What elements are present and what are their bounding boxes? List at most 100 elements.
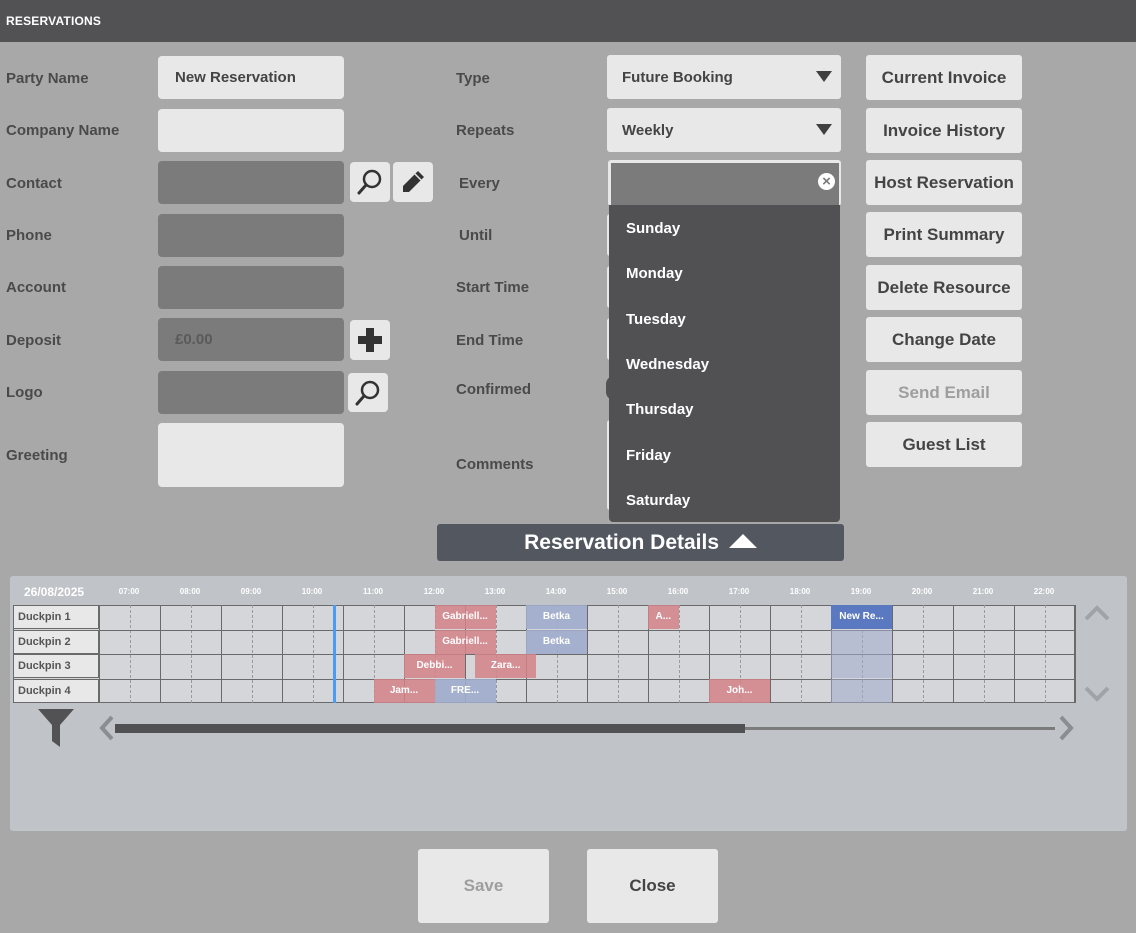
confirmed-label: Confirmed (456, 381, 531, 398)
phone-label: Phone (6, 227, 52, 244)
print-summary-button[interactable]: Print Summary (866, 212, 1022, 257)
start-time-label: Start Time (456, 279, 530, 296)
current-invoice-button[interactable]: Current Invoice (866, 55, 1022, 100)
dropdown-option-tuesday[interactable]: Tuesday (626, 311, 686, 328)
timeline-lane-label: Duckpin 4 (13, 678, 99, 703)
timeline-booking[interactable]: Zara... (475, 654, 537, 678)
scroll-right-icon[interactable] (1056, 714, 1076, 742)
timeline-row-line (13, 654, 1075, 655)
change-date-button[interactable]: Change Date (866, 317, 1022, 362)
type-select[interactable]: Future Booking (607, 55, 841, 99)
account-input[interactable] (158, 266, 344, 309)
chevron-down-icon (816, 71, 832, 82)
dropdown-option-thursday[interactable]: Thursday (626, 401, 694, 418)
invoice-history-button[interactable]: Invoice History (866, 108, 1022, 153)
timeline-selection-ghost (831, 654, 892, 678)
phone-input[interactable] (158, 214, 344, 257)
timeline-hour-label: 21:00 (972, 587, 994, 596)
logo-input[interactable] (158, 371, 344, 414)
timeline-booking[interactable]: Betka (526, 605, 587, 629)
contact-input[interactable] (158, 161, 344, 204)
repeats-select-value: Weekly (622, 122, 674, 139)
deposit-input[interactable]: £0.00 (158, 318, 344, 361)
contact-label: Contact (6, 175, 62, 192)
timeline-hour-label: 14:00 (545, 587, 567, 596)
type-select-value: Future Booking (622, 69, 733, 86)
save-button[interactable]: Save (418, 849, 549, 923)
timeline-booking[interactable]: Gabriell... (434, 629, 496, 654)
timeline-booking[interactable]: Jam... (373, 678, 435, 703)
dropdown-option-sunday[interactable]: Sunday (626, 220, 680, 237)
every-label: Every (459, 175, 500, 192)
timeline-hour-label: 18:00 (789, 587, 811, 596)
delete-resource-button[interactable]: Delete Resource (866, 265, 1022, 310)
contact-search-button[interactable] (350, 162, 390, 202)
timeline-hour-label: 17:00 (728, 587, 750, 596)
filter-icon[interactable] (38, 709, 74, 749)
timeline-booking[interactable]: Gabriell... (434, 605, 496, 629)
timeline-hour-label: 11:00 (362, 587, 384, 596)
send-email-button[interactable]: Send Email (866, 370, 1022, 415)
timeline-hour-label: 20:00 (911, 587, 933, 596)
timeline-booking[interactable]: A... (648, 605, 679, 629)
search-icon (357, 169, 382, 195)
company-name-label: Company Name (6, 122, 120, 139)
timeline-booking[interactable]: FRE... (434, 678, 496, 703)
every-select[interactable]: × (608, 160, 841, 206)
every-dropdown-list: Sunday Monday Tuesday Wednesday Thursday… (609, 205, 840, 522)
contact-edit-button[interactable] (393, 162, 433, 202)
window-title: RESERVATIONS (0, 0, 1136, 42)
type-label: Type (456, 70, 490, 87)
timeline-hour-label: 09:00 (240, 587, 262, 596)
pencil-icon (403, 171, 424, 192)
dropdown-option-saturday[interactable]: Saturday (626, 492, 690, 509)
reservation-details-toggle[interactable]: Reservation Details (437, 524, 844, 561)
every-select-value (611, 163, 839, 205)
until-label: Until (459, 227, 493, 244)
timeline-hour-label: 07:00 (118, 587, 140, 596)
greeting-input[interactable] (158, 423, 344, 487)
scroll-up-icon[interactable] (1082, 603, 1112, 623)
repeats-select[interactable]: Weekly (607, 108, 841, 152)
current-time-indicator (333, 605, 336, 703)
reservation-details-label: Reservation Details (524, 531, 720, 554)
dropdown-option-friday[interactable]: Friday (626, 447, 671, 464)
timeline-scroll-thumb[interactable] (115, 724, 745, 733)
collapse-up-icon (728, 534, 757, 549)
timeline-booking[interactable]: Betka (526, 629, 587, 654)
guest-list-button[interactable]: Guest List (866, 422, 1022, 467)
timeline-booking[interactable]: New Re... (831, 605, 892, 629)
close-button[interactable]: Close (587, 849, 718, 923)
timeline-row-line (13, 678, 1075, 680)
timeline-hour-label: 22:00 (1033, 587, 1055, 596)
timeline-booking[interactable]: Joh... (709, 678, 770, 703)
timeline-booking[interactable]: Debbi... (404, 654, 465, 678)
timeline-hour-label: 08:00 (179, 587, 201, 596)
timeline-hour-label: 12:00 (423, 587, 445, 596)
timeline-hour-label: 13:00 (484, 587, 506, 596)
dropdown-option-wednesday[interactable]: Wednesday (626, 356, 709, 373)
dropdown-option-monday[interactable]: Monday (626, 265, 683, 282)
logo-search-button[interactable] (348, 373, 388, 412)
timeline-hour-label: 10:00 (301, 587, 323, 596)
timeline-hour-line (1075, 605, 1076, 703)
timeline-lane-label: Duckpin 3 (13, 654, 99, 678)
timeline-date: 26/08/2025 (24, 585, 85, 599)
plus-icon (358, 328, 382, 352)
host-reservation-button[interactable]: Host Reservation (866, 160, 1022, 205)
scroll-left-icon[interactable] (97, 714, 117, 742)
scroll-down-icon[interactable] (1082, 684, 1112, 704)
company-name-input[interactable] (158, 109, 344, 152)
chevron-down-icon (816, 124, 832, 135)
end-time-label: End Time (456, 332, 524, 349)
timeline-lane-label: Duckpin 1 (13, 605, 99, 629)
timeline-selection-ghost (831, 629, 892, 654)
greeting-label: Greeting (6, 447, 68, 464)
clear-icon[interactable]: × (818, 173, 835, 190)
timeline-lane-label: Duckpin 2 (13, 629, 99, 654)
timeline-selection-ghost (831, 678, 892, 703)
add-deposit-button[interactable] (350, 320, 390, 360)
timeline-hour-label: 16:00 (667, 587, 689, 596)
party-name-input[interactable]: New Reservation (158, 56, 344, 99)
account-label: Account (6, 279, 66, 296)
